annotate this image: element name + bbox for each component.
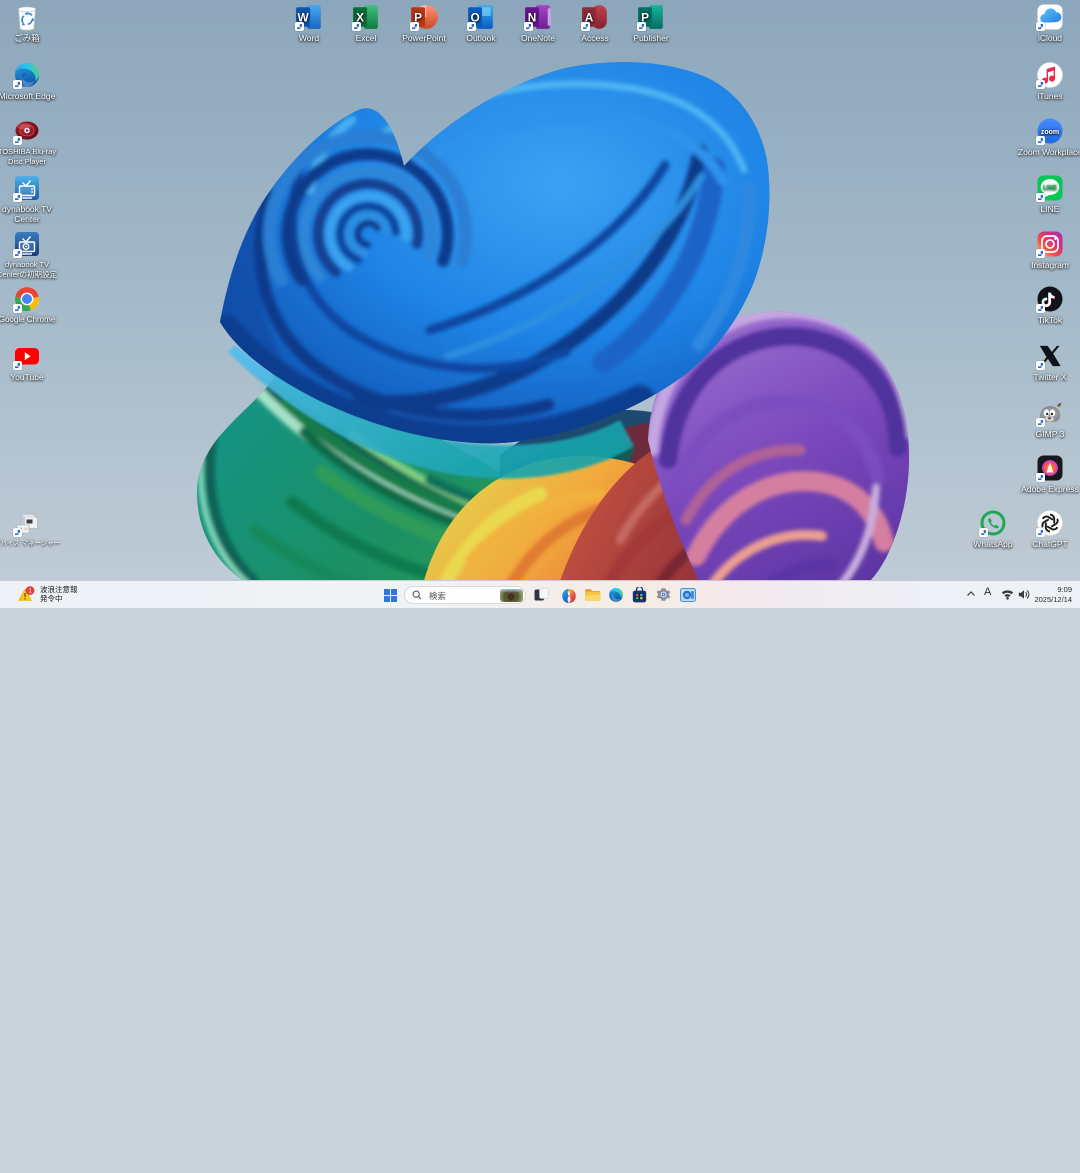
svg-text:LINE: LINE — [1043, 185, 1057, 191]
svg-text:1: 1 — [28, 588, 32, 595]
svg-text:zoom: zoom — [1041, 129, 1059, 136]
